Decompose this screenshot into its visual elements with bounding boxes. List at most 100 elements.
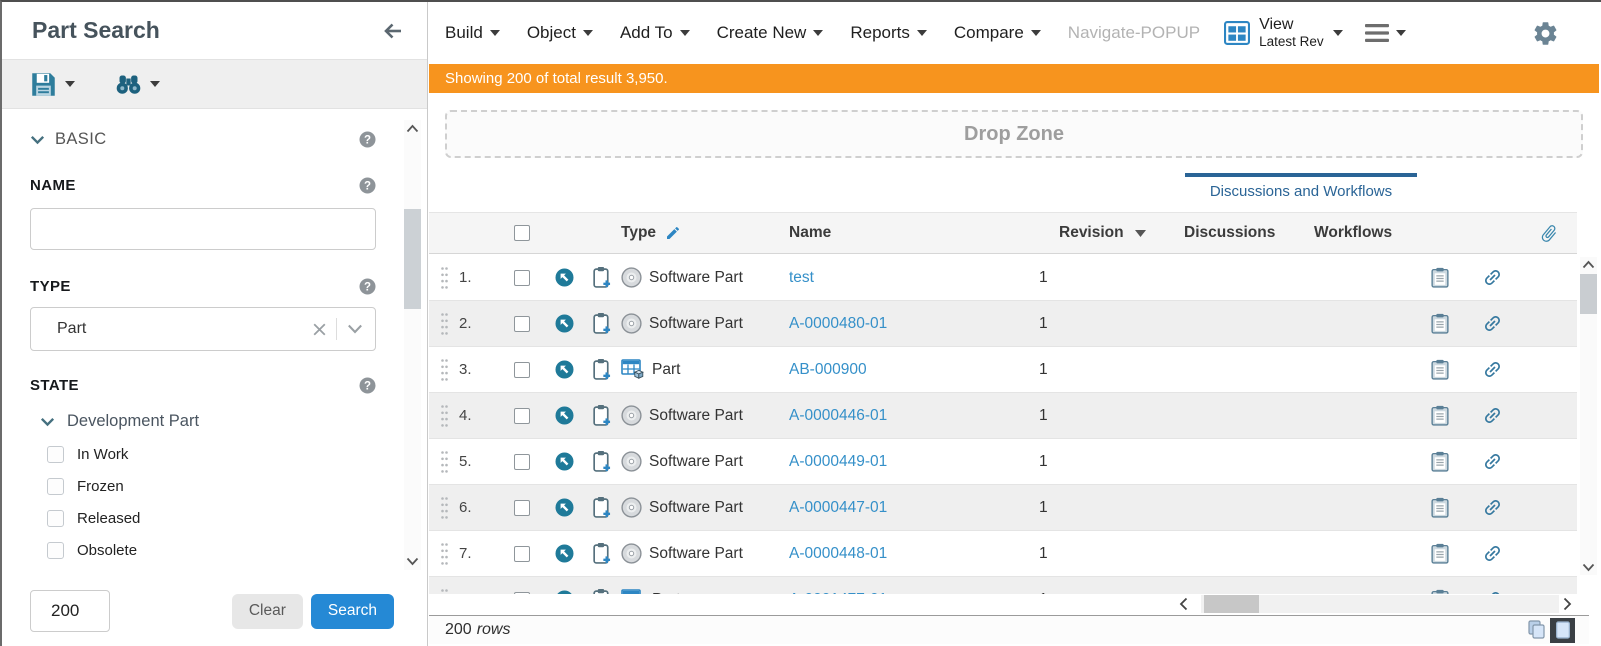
drag-handle-icon[interactable] [440, 542, 449, 566]
scrollbar-thumb[interactable] [404, 209, 421, 309]
row-checkbox[interactable] [514, 362, 530, 378]
scroll-down-icon[interactable] [406, 557, 419, 566]
discussions-icon[interactable] [1431, 543, 1449, 564]
row-checkbox[interactable] [514, 546, 530, 562]
workflows-icon[interactable] [1482, 313, 1503, 334]
compact-view-toggle[interactable] [1528, 620, 1547, 640]
add-to-clipboard-icon[interactable] [592, 312, 612, 335]
add-to-clipboard-icon[interactable] [592, 496, 612, 519]
select-all-checkbox[interactable] [514, 225, 530, 241]
add-to-clipboard-icon[interactable] [592, 358, 612, 381]
table-row[interactable]: 3. Part AB-000900 1 [429, 347, 1577, 393]
menu-item-build[interactable]: Build [445, 23, 500, 43]
scroll-right-icon[interactable] [1563, 597, 1572, 611]
column-header-discussions[interactable]: Discussions [1184, 224, 1314, 242]
discussions-icon[interactable] [1431, 267, 1449, 288]
table-row[interactable]: 1. Software Part test 1 [429, 255, 1577, 301]
open-item-icon[interactable] [555, 360, 574, 379]
page-size-input[interactable] [30, 590, 110, 632]
item-name-link[interactable]: A-0000449-01 [789, 453, 887, 470]
open-item-icon[interactable] [555, 314, 574, 333]
help-icon[interactable]: ? [359, 377, 376, 394]
open-item-icon[interactable] [555, 268, 574, 287]
open-item-icon[interactable] [555, 498, 574, 517]
workflows-icon[interactable] [1482, 497, 1503, 518]
discussions-icon[interactable] [1431, 359, 1449, 380]
workflows-icon[interactable] [1482, 543, 1503, 564]
help-icon[interactable]: ? [359, 131, 376, 148]
item-name-link[interactable]: AB-000900 [789, 361, 867, 378]
more-menu-button[interactable] [1365, 24, 1406, 42]
open-item-icon[interactable] [555, 544, 574, 563]
table-row[interactable]: 5. Software Part A-0000449-01 1 [429, 439, 1577, 485]
workflows-icon[interactable] [1482, 451, 1503, 472]
tab-discussions-and-workflows[interactable]: Discussions and Workflows [1185, 173, 1417, 200]
basic-section-header[interactable]: BASIC ? [30, 130, 376, 149]
table-vertical-scrollbar[interactable] [1580, 257, 1597, 575]
row-checkbox[interactable] [514, 500, 530, 516]
item-name-link[interactable]: A-0000480-01 [789, 315, 887, 332]
add-to-clipboard-icon[interactable] [592, 404, 612, 427]
add-to-clipboard-icon[interactable] [592, 266, 612, 289]
item-name-link[interactable]: A-0000446-01 [789, 407, 887, 424]
item-name-link[interactable]: A-0000448-01 [789, 545, 887, 562]
column-header-workflows[interactable]: Workflows [1314, 224, 1434, 242]
clear-value-icon[interactable] [313, 323, 326, 336]
menu-item-create-new[interactable]: Create New [717, 23, 824, 43]
table-horizontal-scrollbar[interactable] [429, 594, 1577, 614]
saved-searches-button[interactable] [115, 72, 160, 96]
drag-handle-icon[interactable] [440, 404, 449, 428]
full-view-toggle[interactable] [1550, 618, 1575, 643]
drop-zone[interactable]: Drop Zone [445, 110, 1583, 158]
sidebar-scrollbar[interactable] [404, 120, 421, 570]
checkbox[interactable] [47, 478, 64, 495]
save-search-button[interactable] [30, 71, 75, 98]
scroll-up-icon[interactable] [406, 124, 419, 133]
state-checkbox-option[interactable]: Obsolete [30, 542, 376, 559]
scroll-down-icon[interactable] [1582, 563, 1595, 572]
drag-handle-icon[interactable] [440, 312, 449, 336]
discussions-icon[interactable] [1431, 497, 1449, 518]
row-checkbox[interactable] [514, 408, 530, 424]
column-header-type[interactable]: Type [621, 224, 789, 242]
row-checkbox[interactable] [514, 316, 530, 332]
collapse-panel-icon[interactable] [384, 23, 403, 39]
drag-handle-icon[interactable] [440, 450, 449, 474]
table-row[interactable]: 4. Software Part A-0000446-01 1 [429, 393, 1577, 439]
item-name-link[interactable]: test [789, 269, 814, 286]
checkbox[interactable] [47, 446, 64, 463]
table-row[interactable]: 2. Software Part A-0000480-01 1 [429, 301, 1577, 347]
search-button[interactable]: Search [311, 594, 394, 629]
state-checkbox-option[interactable]: In Work [30, 446, 376, 463]
discussions-icon[interactable] [1431, 451, 1449, 472]
item-name-link[interactable]: A-0000447-01 [789, 499, 887, 516]
chevron-down-icon[interactable] [347, 324, 363, 334]
workflows-icon[interactable] [1482, 267, 1503, 288]
clear-button[interactable]: Clear [232, 594, 303, 629]
state-group-toggle[interactable]: Development Part [30, 412, 376, 431]
help-icon[interactable]: ? [359, 177, 376, 194]
open-item-icon[interactable] [555, 406, 574, 425]
add-to-clipboard-icon[interactable] [592, 542, 612, 565]
menu-item-object[interactable]: Object [527, 23, 593, 43]
view-mode-button[interactable]: View Latest Rev [1224, 16, 1343, 50]
menu-item-add-to[interactable]: Add To [620, 23, 690, 43]
add-to-clipboard-icon[interactable] [592, 450, 612, 473]
drag-handle-icon[interactable] [440, 358, 449, 382]
checkbox[interactable] [47, 542, 64, 559]
state-checkbox-option[interactable]: Released [30, 510, 376, 527]
name-input[interactable] [30, 208, 376, 250]
menu-item-compare[interactable]: Compare [954, 23, 1041, 43]
row-checkbox[interactable] [514, 270, 530, 286]
state-checkbox-option[interactable]: Frozen [30, 478, 376, 495]
table-row[interactable]: 6. Software Part A-0000447-01 1 [429, 485, 1577, 531]
help-icon[interactable]: ? [359, 278, 376, 295]
open-item-icon[interactable] [555, 452, 574, 471]
scrollbar-thumb[interactable] [1580, 274, 1597, 314]
column-header-revision[interactable]: Revision [1039, 224, 1184, 242]
column-header-name[interactable]: Name [789, 224, 1039, 242]
scroll-left-icon[interactable] [1179, 597, 1188, 611]
row-checkbox[interactable] [514, 454, 530, 470]
discussions-icon[interactable] [1431, 313, 1449, 334]
menu-item-reports[interactable]: Reports [850, 23, 927, 43]
